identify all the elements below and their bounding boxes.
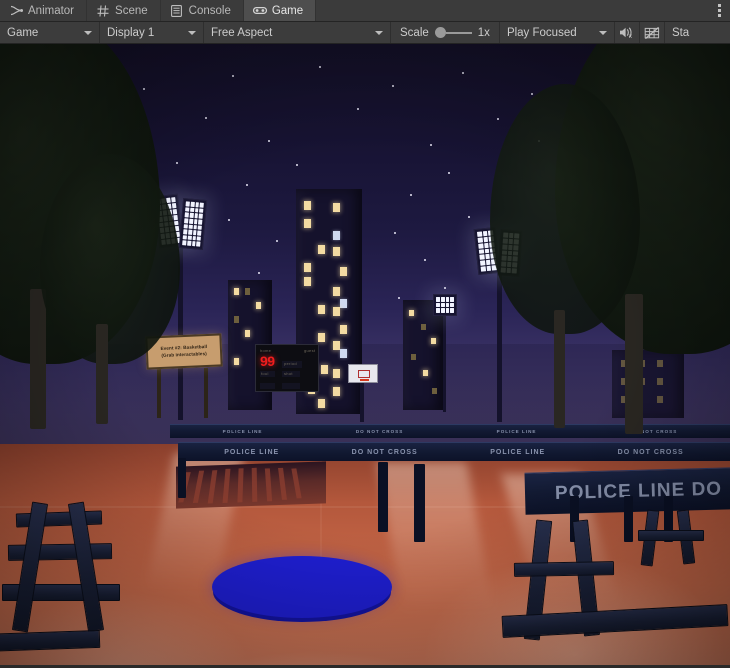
tab-animator[interactable]: Animator: [0, 0, 88, 21]
chevron-down-icon: [84, 30, 92, 35]
tab-scene-label: Scene: [115, 4, 148, 17]
target-display-dropdown[interactable]: Game: [0, 22, 100, 43]
tab-console-label: Console: [188, 4, 231, 17]
tree-left-trunk-b: [96, 324, 108, 424]
unity-editor-window: Animator Scene Console Game Game Display…: [0, 0, 730, 668]
aspect-ratio-label: Free Aspect: [211, 26, 273, 39]
scoreboard-period-label: period: [284, 361, 297, 366]
panel-tab-strip: Animator Scene Console Game: [0, 0, 730, 22]
police-barrier-back: POLICE LINE DO NOT CROSS POLICE LINE DO …: [170, 424, 730, 438]
svg-text:x: x: [629, 34, 632, 39]
display-dropdown[interactable]: Display 1: [100, 22, 204, 43]
animator-icon: [9, 4, 23, 17]
game-view-toolbar: Game Display 1 Free Aspect Scale 1x Play…: [0, 22, 730, 44]
scoreboard-guest-label: guest: [304, 348, 316, 353]
barrier-tape-label: POLICE LINE: [490, 448, 546, 456]
hoop-pole: [360, 380, 364, 422]
building-right-low: [612, 350, 684, 418]
fence-post: [378, 462, 388, 532]
fence-post: [178, 458, 186, 498]
tab-game-label: Game: [271, 4, 304, 17]
floodlight-right-pole: [497, 272, 502, 422]
scoreboard-foul-label: foul: [261, 371, 269, 376]
chevron-down-icon: [375, 30, 383, 35]
floodlight-small-head: [433, 294, 457, 316]
wooden-barricade-far-right: [638, 506, 730, 576]
scale-value-label: 1x: [477, 26, 490, 39]
play-mode-dropdown[interactable]: Play Focused: [500, 22, 615, 43]
play-mode-label: Play Focused: [506, 26, 577, 39]
chevron-down-icon: [188, 30, 196, 35]
console-icon: [170, 4, 184, 17]
kebab-dot: [717, 14, 721, 17]
grid-icon: [96, 4, 110, 17]
mute-audio-button[interactable]: x: [615, 22, 640, 43]
kebab-dot: [717, 9, 721, 12]
chevron-down-icon: [598, 30, 607, 35]
billboard-leg-right: [204, 368, 208, 418]
floodlight-small-pole: [443, 312, 446, 412]
scoreboard-shot-label: shot: [284, 371, 293, 376]
gamepad-icon: [252, 4, 267, 17]
gizmos-icon: [644, 26, 660, 40]
tab-console[interactable]: Console: [160, 0, 244, 21]
scale-slider-group[interactable]: Scale 1x: [391, 22, 500, 43]
building-right-far: [403, 300, 443, 410]
tree-right-trunk-b: [554, 310, 565, 428]
tab-strip-spacer: [316, 0, 708, 21]
barrier-tape-label: DO NOT CROSS: [351, 448, 418, 456]
scoreboard: home 99 period foul shot guest: [255, 344, 319, 392]
barrier-tape-label: DO NOT CROSS: [355, 429, 404, 434]
more-options-icon[interactable]: [708, 0, 730, 21]
tab-animator-label: Animator: [28, 4, 75, 17]
police-barrier-mid: POLICE LINE DO NOT CROSS POLICE LINE DO …: [178, 442, 730, 461]
stats-button[interactable]: Sta: [665, 22, 696, 43]
tab-game[interactable]: Game: [243, 0, 317, 21]
mute-audio-icon: x: [619, 26, 635, 39]
billboard-leg-left: [157, 368, 161, 418]
barrier-tape-label: POLICE LINE: [496, 429, 537, 434]
fence-post: [414, 464, 425, 542]
bleacher-stands: [176, 461, 326, 509]
scale-slider-track[interactable]: [445, 31, 472, 34]
tree-left-trunk: [30, 289, 46, 429]
tab-scene[interactable]: Scene: [87, 0, 161, 21]
scale-slider[interactable]: [434, 27, 472, 38]
kebab-dot: [717, 4, 721, 7]
aspect-ratio-dropdown[interactable]: Free Aspect: [204, 22, 391, 43]
barrier-tape-label: POLICE LINE: [222, 429, 263, 434]
barrier-tape-front-label: POLICE LINE DO: [554, 478, 723, 504]
wooden-barricade-left: [0, 496, 150, 666]
scale-label: Scale: [400, 26, 429, 39]
billboard-line-2: (Grab interactables): [161, 350, 207, 358]
game-view-viewport[interactable]: Event #2: Basketball (Grab interactables…: [0, 44, 730, 668]
scale-slider-knob[interactable]: [434, 27, 446, 38]
barrier-tape-label: DO NOT CROSS: [617, 448, 684, 456]
scoreboard-score: 99: [260, 353, 275, 369]
target-display-label: Game: [7, 26, 39, 39]
display-label: Display 1: [107, 26, 155, 39]
floodlight-left-head-b: [178, 198, 208, 250]
stats-label: Sta: [671, 26, 690, 39]
interactable-highlight-disc[interactable]: [212, 556, 392, 618]
tree-right-trunk: [625, 294, 643, 434]
gizmos-button[interactable]: [640, 22, 665, 43]
barrier-tape-label: POLICE LINE: [224, 448, 280, 456]
basketball-backboard: [348, 364, 378, 383]
